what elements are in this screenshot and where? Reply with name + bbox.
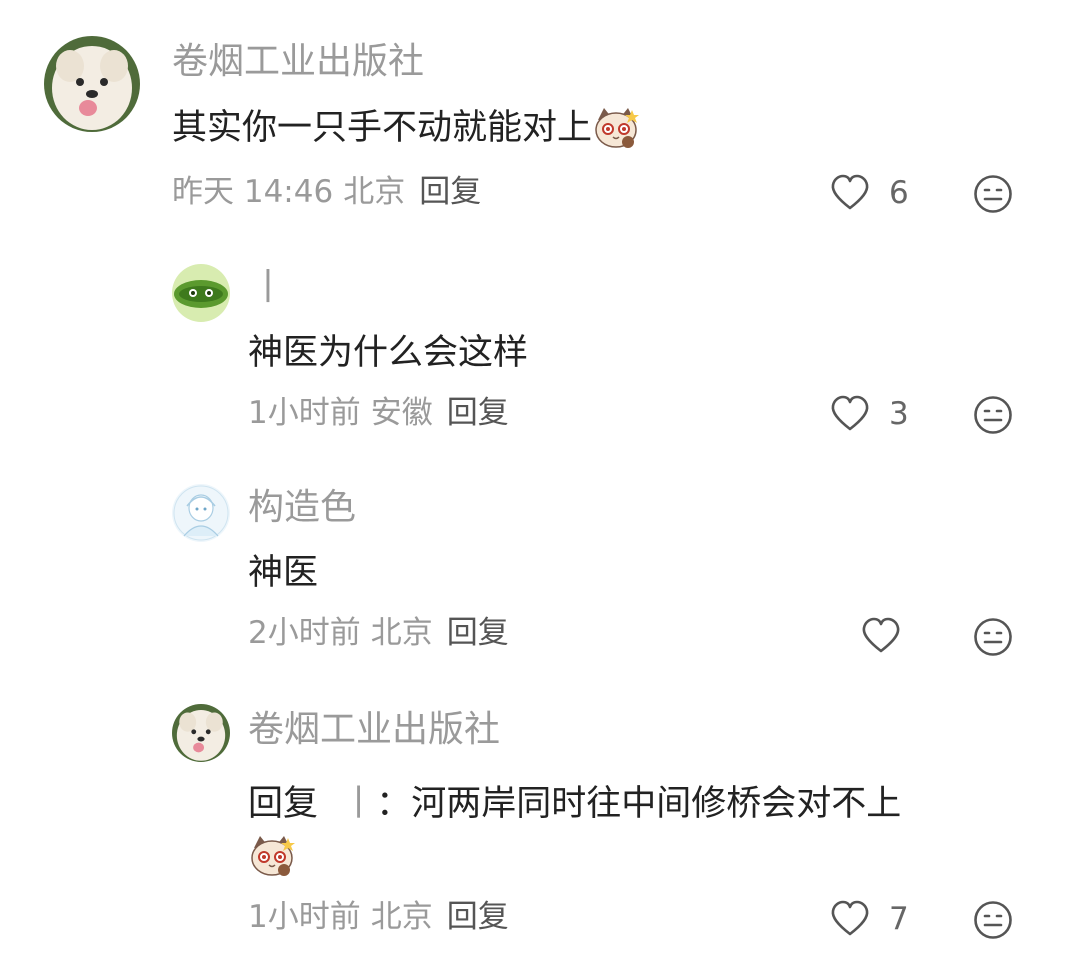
- comment-item: 卷烟工业出版社 其实你一只手不动就能对上 昨天 14:46 北京 回复 6: [0, 0, 1079, 240]
- meh-face-icon: [974, 618, 1012, 656]
- like-button[interactable]: [860, 615, 902, 657]
- timestamp: 2小时前: [248, 615, 361, 651]
- reply-item: 丨 神医为什么会这样 1小时前 安徽 回复 3: [0, 240, 1079, 460]
- reply-button[interactable]: 回复: [419, 174, 481, 210]
- like-button[interactable]: 7: [829, 898, 909, 940]
- username[interactable]: 丨: [250, 270, 286, 306]
- comment-meta: 1小时前 安徽 回复: [248, 398, 509, 429]
- like-count: 3: [889, 395, 909, 432]
- location: 安徽: [370, 395, 433, 431]
- location: 北京: [370, 615, 433, 651]
- comment-text: 神医: [248, 553, 319, 593]
- avatar[interactable]: [44, 36, 140, 132]
- username[interactable]: 卷烟工业出版社: [248, 712, 500, 748]
- timestamp: 昨天 14:46: [172, 174, 334, 210]
- dislike-button[interactable]: [973, 174, 1013, 214]
- comment-meta: 2小时前 北京 回复: [248, 618, 509, 649]
- dislike-button[interactable]: [973, 617, 1013, 657]
- like-button[interactable]: 3: [829, 393, 909, 435]
- meh-face-icon: [974, 396, 1012, 434]
- meh-face-icon: [974, 901, 1012, 939]
- reply-colon: ：: [376, 784, 412, 824]
- comment-text: 回复 丨：河两岸同时往中间修桥会对不上: [248, 778, 1038, 882]
- cat-sticker-icon: [592, 106, 640, 152]
- reply-prefix: 回复: [248, 784, 319, 824]
- reply-button[interactable]: 回复: [447, 899, 509, 935]
- location: 北京: [370, 899, 433, 935]
- comment-text: 神医为什么会这样: [248, 333, 529, 373]
- avatar[interactable]: [172, 484, 230, 542]
- heart-outline-icon: [831, 174, 869, 210]
- like-count: 7: [889, 900, 909, 937]
- heart-outline-icon: [831, 395, 869, 431]
- cat-sticker-icon: [248, 834, 296, 880]
- comment-text-content: 其实你一只手不动就能对上: [172, 108, 593, 148]
- heart-outline-icon: [831, 900, 869, 936]
- comment-text: 其实你一只手不动就能对上: [172, 106, 640, 152]
- like-count: 6: [889, 174, 909, 211]
- username[interactable]: 卷烟工业出版社: [172, 44, 424, 80]
- reply-button[interactable]: 回复: [447, 615, 509, 651]
- avatar[interactable]: [172, 704, 230, 762]
- like-button[interactable]: 6: [829, 172, 909, 214]
- comment-text-content: 河两岸同时往中间修桥会对不上: [411, 784, 902, 824]
- reply-target-user[interactable]: 丨: [341, 784, 376, 824]
- avatar[interactable]: [172, 264, 230, 322]
- reply-item: 卷烟工业出版社 回复 丨：河两岸同时往中间修桥会对不上 1小时前 北京 回复 7: [0, 680, 1079, 972]
- timestamp: 1小时前: [248, 395, 361, 431]
- meh-face-icon: [974, 175, 1012, 213]
- heart-outline-icon: [862, 617, 900, 653]
- username[interactable]: 构造色: [248, 490, 356, 526]
- dislike-button[interactable]: [973, 395, 1013, 435]
- reply-item: 构造色 神医 2小时前 北京 回复: [0, 460, 1079, 680]
- timestamp: 1小时前: [248, 899, 361, 935]
- location: 北京: [343, 174, 406, 210]
- dislike-button[interactable]: [973, 900, 1013, 940]
- comment-meta: 1小时前 北京 回复: [248, 902, 509, 933]
- reply-button[interactable]: 回复: [447, 395, 509, 431]
- comment-meta: 昨天 14:46 北京 回复: [172, 177, 481, 208]
